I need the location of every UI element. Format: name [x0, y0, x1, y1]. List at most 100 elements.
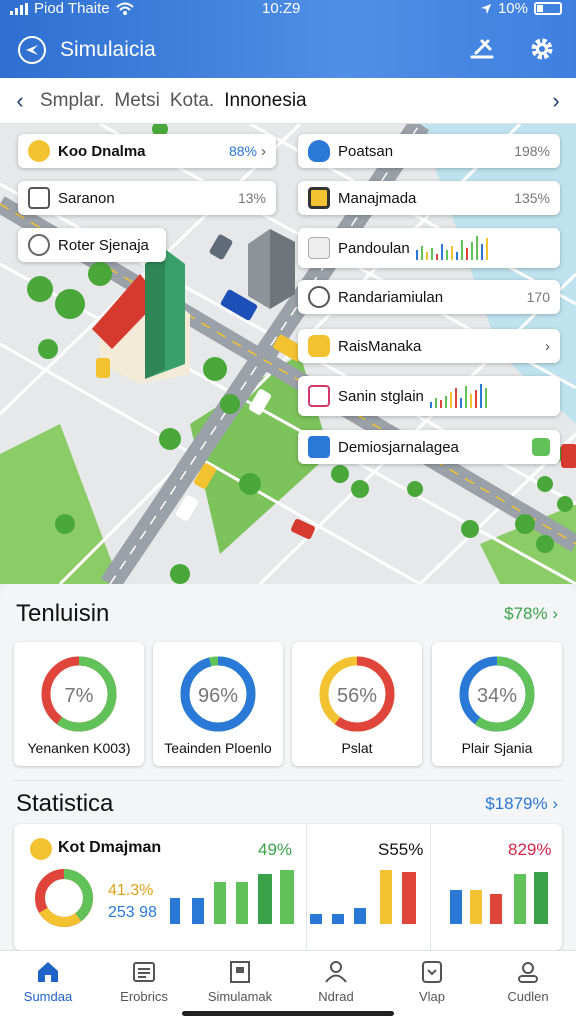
app-bar: Simulaicia	[0, 30, 576, 70]
gauge-value: 96%	[197, 685, 239, 707]
image-icon	[308, 237, 330, 259]
map-card-label: Saranon	[58, 189, 115, 207]
map-card[interactable]: Manajmada 135%	[298, 181, 560, 215]
nav-label: Sumdaa	[23, 989, 73, 1004]
gauge-value: 56%	[336, 685, 378, 707]
stats-percent-c: S55%	[378, 840, 424, 859]
app-title: Simulaicia	[60, 38, 156, 61]
nav-item-ndrad[interactable]: Ndrad	[288, 959, 384, 1004]
shield-icon	[308, 140, 330, 162]
nav-label: Simulamak	[207, 989, 273, 1004]
map-card-label: Sanin stglain	[338, 387, 424, 405]
chart-icon	[308, 436, 330, 458]
carrier-text: Piod Thaite	[34, 0, 110, 17]
gear-icon[interactable]	[528, 35, 556, 63]
map-card[interactable]: Poatsan 198%	[298, 134, 560, 168]
map-card[interactable]: Koo Dnalma 88% ›	[18, 134, 276, 168]
stats-count: 253 98	[108, 904, 157, 921]
map-card-value: 170	[526, 289, 550, 305]
signal-icon	[10, 2, 28, 15]
stats-bar-chart	[170, 870, 294, 924]
pin-icon	[30, 838, 52, 860]
stats-donut	[35, 869, 93, 927]
divider	[14, 780, 562, 781]
city-map[interactable]: Koo Dnalma 88% › Saranon 13% Roter Sjena…	[0, 124, 576, 584]
store-icon	[308, 385, 330, 407]
nav-item-simulamak[interactable]: Simulamak	[192, 959, 288, 1004]
map-card[interactable]: RaisManaka ›	[298, 329, 560, 363]
stats-bar-chart	[310, 870, 416, 924]
status-bar: Piod Thaite 10:Z9 10%	[0, 0, 576, 20]
stats-name: Kot Dmajman	[58, 839, 162, 856]
statistics-title: Statistica	[16, 790, 114, 817]
gauge-card[interactable]: 56% Pslat	[292, 642, 422, 766]
gauge-card[interactable]: 7% Yenanken K003)	[14, 642, 144, 766]
stats-percent-d: 829%	[508, 840, 552, 859]
battery-icon	[534, 2, 562, 15]
chevron-right-icon: ›	[545, 337, 550, 355]
map-card-label: Manajmada	[338, 189, 417, 207]
map-icon	[422, 961, 442, 983]
profile-icon	[518, 962, 538, 983]
map-card-label: Randariamiulan	[338, 288, 444, 306]
overview-panel: Tenluisin $78% › 7% Yenanken K003) 96% T…	[0, 584, 576, 950]
home-icon	[38, 962, 58, 982]
nav-label: Vlap	[418, 989, 446, 1004]
gauge-card[interactable]: 96% Teainden Ploenlo	[153, 642, 283, 766]
map-card[interactable]: Roter Sjenaja	[18, 228, 166, 262]
map-card-label: Poatsan	[338, 142, 394, 160]
nav-item-cudlen[interactable]: Cudlen	[480, 959, 576, 1004]
gauge-value: 7%	[64, 685, 94, 707]
map-card[interactable]: Saranon 13%	[18, 181, 276, 215]
nav-label: Erobrics	[120, 989, 168, 1004]
battery-text: 10%	[497, 0, 528, 17]
forward-arrow-icon[interactable]: ›	[536, 88, 576, 114]
gauge-label: Yenanken K003)	[27, 740, 131, 756]
map-card[interactable]: Randariamiulan 170	[298, 280, 560, 314]
gauge-label: Pslat	[341, 740, 373, 756]
mini-bar-chart	[415, 236, 488, 260]
location-icon	[480, 3, 491, 14]
top-bar: Piod Thaite 10:Z9 10% Simulaicia	[0, 0, 576, 78]
map-card-label: Pandoulan	[338, 239, 410, 257]
map-card-value: 198%	[514, 143, 550, 159]
map-card[interactable]: Sanin stglain	[298, 376, 560, 416]
nav-label: Cudlen	[507, 989, 549, 1004]
stats-bar-chart	[450, 872, 548, 924]
nav-item-vlap[interactable]: Vlap	[384, 959, 480, 1004]
wifi-icon	[115, 2, 134, 15]
statistics-card[interactable]: Kot Dmajman 49% 41.3% 253 98 S55% 829%	[14, 824, 562, 950]
separator	[430, 824, 431, 950]
edit-tool-icon[interactable]	[468, 35, 496, 63]
map-card-label: Demiosjarnalagea	[338, 438, 459, 456]
overview-title: Tenluisin	[16, 600, 110, 627]
leaf-icon	[532, 438, 550, 456]
back-arrow-icon[interactable]: ‹	[0, 88, 40, 114]
bus-icon	[308, 335, 330, 357]
home-indicator	[182, 1011, 394, 1016]
gauge-label: Plair Sjania	[461, 740, 533, 756]
clock: 10:Z9	[262, 0, 301, 17]
nav-item-erobrics[interactable]: Erobrics	[96, 959, 192, 1004]
map-card[interactable]: Pandoulan	[298, 228, 560, 268]
breadcrumb-item[interactable]: Kota.	[170, 90, 214, 112]
map-card[interactable]: Demiosjarnalagea	[298, 430, 560, 464]
breadcrumb-current[interactable]: Innonesia	[224, 90, 306, 112]
compass-icon[interactable]	[18, 36, 46, 64]
chevron-right-icon: ›	[261, 142, 266, 160]
stats-percent-a: 49%	[258, 840, 293, 859]
overview-link[interactable]: $78% ›	[504, 604, 558, 624]
statistics-link[interactable]: $1879% ›	[485, 794, 558, 814]
nav-label: Ndrad	[318, 989, 354, 1004]
map-card-value: 88%	[228, 143, 257, 159]
breadcrumb-item[interactable]: Metsi	[114, 90, 159, 112]
gauge-card[interactable]: 34% Plair Sjania	[432, 642, 562, 766]
nav-item-home[interactable]: Sumdaa	[0, 959, 96, 1004]
map-card-label: Roter Sjenaja	[58, 236, 149, 254]
monitor-icon	[308, 187, 330, 209]
mini-bar-chart	[429, 384, 487, 408]
bottom-nav: Sumdaa Erobrics Simulamak Ndrad Vlap Cud…	[0, 950, 576, 1024]
pin-icon	[28, 140, 50, 162]
breadcrumb-item[interactable]: Smplar.	[40, 90, 104, 112]
map-card-value: 135%	[514, 190, 550, 206]
